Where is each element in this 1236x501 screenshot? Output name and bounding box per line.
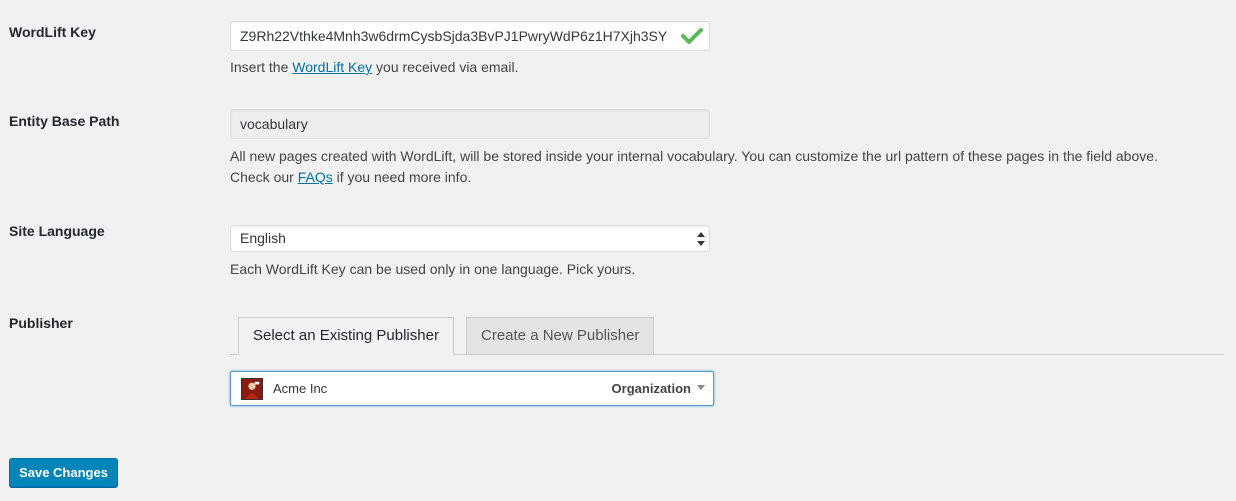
site-language-label: Site Language xyxy=(9,223,105,239)
entity-base-path-label: Entity Base Path xyxy=(9,113,120,129)
tab-create-new-publisher[interactable]: Create a New Publisher xyxy=(466,317,655,355)
entity-base-path-input[interactable]: vocabulary xyxy=(230,109,710,139)
save-button[interactable]: Save Changes xyxy=(9,458,118,487)
wordlift-key-link[interactable]: WordLift Key xyxy=(292,59,372,75)
wordlift-key-description: Insert the WordLift Key you received via… xyxy=(230,59,519,75)
wordlift-key-label: WordLift Key xyxy=(9,24,96,40)
wordlift-key-value: Z9Rh22Vthke4Mnh3w6drmCysbSjda3BvPJ1PwryW… xyxy=(240,28,668,44)
entity-base-path-description: All new pages created with WordLift, wil… xyxy=(230,148,1158,185)
chevron-down-icon xyxy=(697,385,705,390)
entity-base-path-value: vocabulary xyxy=(240,116,308,132)
publisher-name: Acme Inc xyxy=(273,381,328,396)
select-arrows-icon xyxy=(697,232,705,246)
site-language-select[interactable]: English xyxy=(230,225,710,252)
faqs-link[interactable]: FAQs xyxy=(298,169,333,185)
check-icon xyxy=(681,28,703,44)
publisher-avatar-icon xyxy=(241,378,263,400)
site-language-value: English xyxy=(240,230,286,246)
publisher-type: Organization xyxy=(611,381,691,396)
publisher-select[interactable]: Acme Inc Organization xyxy=(230,371,714,406)
site-language-description: Each WordLift Key can be used only in on… xyxy=(230,261,636,277)
wordlift-key-input[interactable]: Z9Rh22Vthke4Mnh3w6drmCysbSjda3BvPJ1PwryW… xyxy=(230,21,710,51)
tab-select-existing-publisher[interactable]: Select an Existing Publisher xyxy=(238,317,454,355)
publisher-label: Publisher xyxy=(9,315,73,331)
